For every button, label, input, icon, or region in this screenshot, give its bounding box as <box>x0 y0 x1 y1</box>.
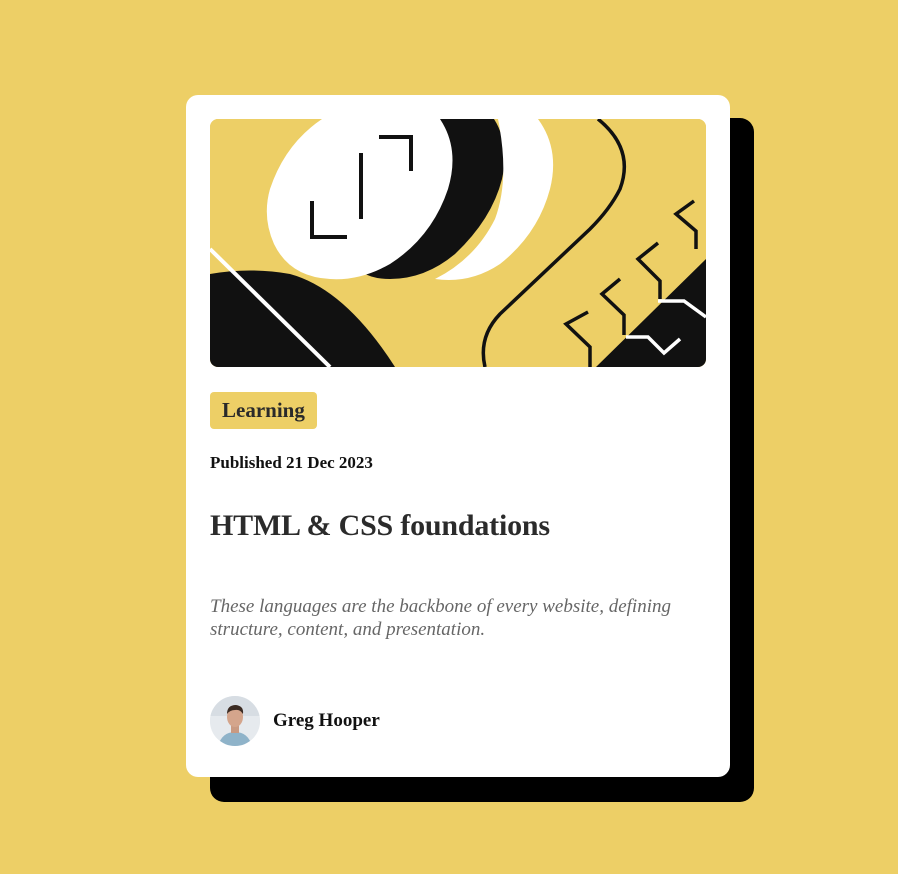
card-title[interactable]: HTML & CSS foundations <box>210 509 550 543</box>
category-tag: Learning <box>210 392 317 429</box>
hero-illustration <box>210 119 706 367</box>
author-name: Greg Hooper <box>273 710 380 731</box>
author-avatar <box>210 696 260 746</box>
published-date: Published 21 Dec 2023 <box>210 453 373 472</box>
blog-preview-card: Learning Published 21 Dec 2023 HTML & CS… <box>186 95 730 777</box>
author: Greg Hooper <box>210 696 380 746</box>
card-description: These languages are the backbone of ever… <box>210 596 671 640</box>
